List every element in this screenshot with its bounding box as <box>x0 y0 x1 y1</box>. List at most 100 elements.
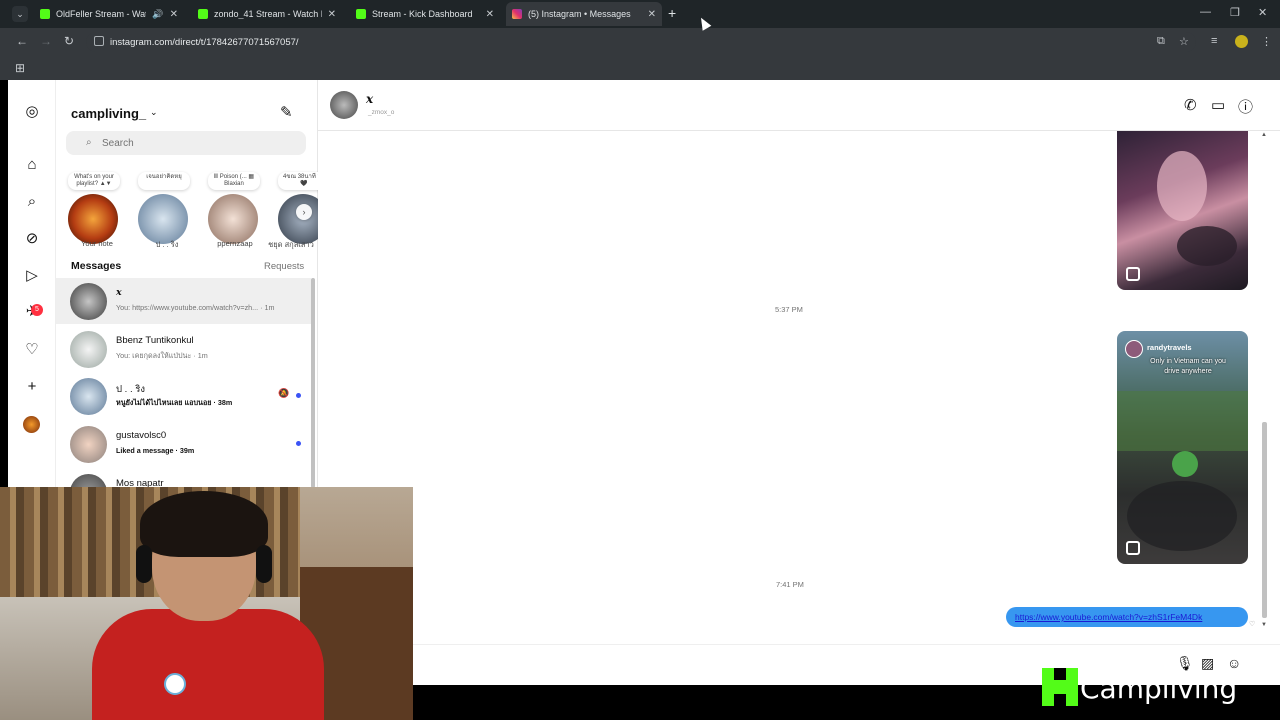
reel-thumbnail <box>1157 151 1207 221</box>
profile-avatar[interactable] <box>23 416 40 433</box>
tab-oldfeller[interactable]: OldFeller Stream - Watch Li 🔊 ✕ <box>34 4 184 24</box>
inbox-scrollbar[interactable] <box>311 278 315 488</box>
avatar <box>68 194 118 244</box>
scroll-down-icon[interactable]: ▼ <box>1261 622 1267 628</box>
restore-icon[interactable]: ❐ <box>1230 6 1240 19</box>
site-info-icon[interactable] <box>94 36 104 46</box>
chevron-down-icon[interactable]: ⌄ <box>150 107 158 118</box>
create-icon[interactable]: + <box>22 377 42 397</box>
close-tab-icon[interactable]: ✕ <box>328 9 336 20</box>
close-tab-icon[interactable]: ✕ <box>170 9 178 20</box>
avatar[interactable] <box>330 91 358 119</box>
streamer-shirt <box>92 609 324 720</box>
reels-icon[interactable]: ▷ <box>22 266 42 286</box>
new-tab-icon[interactable]: + <box>668 5 676 21</box>
apps-grid-icon[interactable]: ⊞ <box>15 61 25 75</box>
kick-icon <box>40 9 50 19</box>
webcam-overlay <box>0 487 413 720</box>
chat-handle: _zmox_o <box>368 109 395 116</box>
video-call-icon[interactable]: ▭ <box>1211 96 1225 114</box>
note-bubble: What's on your playlist? ▲▼ <box>68 172 120 190</box>
compose-icon[interactable]: ✎ <box>280 103 293 121</box>
thread-name: x <box>116 287 122 298</box>
thread-preview: You: เคยกุดลงให้แป่ปนะ · 1m <box>116 351 208 360</box>
bookmarks-bar: ⊞ <box>0 56 1280 80</box>
search-icon[interactable]: ⌕ <box>22 192 42 212</box>
thread-item[interactable]: gustavolsc0 Liked a message · 39m <box>56 421 311 467</box>
reload-icon[interactable]: ↻ <box>64 34 74 48</box>
instagram-logo-icon[interactable]: ◎ <box>22 102 42 122</box>
media-control-icon[interactable]: ≡ <box>1211 35 1217 47</box>
phone-icon[interactable]: ✆ <box>1184 96 1197 114</box>
avatar <box>70 378 107 415</box>
chat-title[interactable]: x <box>366 92 373 106</box>
note-bubble: Ⅲ Poison (... ▦ Blaxian <box>208 172 260 190</box>
avatar <box>70 426 107 463</box>
profile-avatar-icon[interactable] <box>1235 35 1248 48</box>
thread-item[interactable]: x You: https://www.youtube.com/watch?v=z… <box>56 278 311 324</box>
headphones <box>256 545 272 583</box>
microphone-icon[interactable]: 🎙 <box>1176 655 1194 672</box>
reel-thumbnail <box>1127 481 1237 551</box>
timestamp: 7:41 PM <box>776 580 804 589</box>
scroll-up-icon[interactable]: ▲ <box>1261 132 1267 138</box>
reel-creator: randytravels <box>1147 343 1192 352</box>
close-window-icon[interactable]: ✕ <box>1258 6 1267 19</box>
avatar <box>70 283 107 320</box>
install-app-icon[interactable]: ⧉ <box>1157 35 1165 48</box>
heart-icon[interactable]: ♡ <box>22 340 42 360</box>
chevron-right-icon[interactable]: › <box>296 204 312 220</box>
chat-panel: x _zmox_o ✆ ▭ ⓘ 5:37 PM randytravels Onl… <box>318 80 1280 685</box>
image-icon[interactable]: ▨ <box>1201 655 1214 672</box>
avatar <box>278 194 318 244</box>
tab-search-icon[interactable]: ⌄ <box>12 6 28 22</box>
note-bubble: เจนอย่าคิดหยุ <box>138 172 190 190</box>
sticker-icon[interactable]: ☺ <box>1227 655 1241 671</box>
reel-caption: Only in Vietnam can you drive anywhere <box>1150 358 1226 375</box>
shirt-logo <box>164 673 186 695</box>
minimize-icon[interactable]: — <box>1200 6 1211 18</box>
address-bar[interactable]: instagram.com/direct/t/17842677071567057… <box>86 32 1196 52</box>
thread-name: gustavolsc0 <box>116 430 167 441</box>
kick-icon <box>356 9 366 19</box>
search-input[interactable]: ⌕ Search <box>66 131 306 155</box>
reel-thumbnail <box>1177 226 1237 266</box>
close-tab-icon[interactable]: ✕ <box>648 9 656 20</box>
note-name: ppernzaap <box>217 239 253 248</box>
reel-icon <box>1126 267 1140 281</box>
tab-zondo[interactable]: zondo_41 Stream - Watch Live ✕ <box>192 4 342 24</box>
search-icon: ⌕ <box>86 137 92 148</box>
shared-reel[interactable] <box>1117 131 1248 290</box>
thread-name: Bbenz Tuntikonkul <box>116 335 194 346</box>
browser-tab-bar: ⌄ OldFeller Stream - Watch Li 🔊 ✕ zondo_… <box>0 0 1280 28</box>
thread-preview: หนูยังไม่ได้ไปไหนเลย แอบนอย · 38m <box>116 398 233 407</box>
requests-link[interactable]: Requests <box>264 261 304 272</box>
avatar <box>70 474 107 487</box>
more-menu-icon[interactable]: ⋮ <box>1261 35 1272 48</box>
thread-item[interactable]: ป . . ริง หนูยังไม่ได้ไปไหนเลย แอบนอย · … <box>56 373 311 419</box>
tab-instagram-messages[interactable]: (5) Instagram • Messages ✕ <box>506 2 662 26</box>
home-icon[interactable]: ⌂ <box>22 155 42 175</box>
account-username[interactable]: campliving_ <box>71 106 146 121</box>
close-tab-icon[interactable]: ✕ <box>486 9 494 20</box>
forward-icon[interactable]: → <box>40 34 52 48</box>
thread-preview: Liked a message · 39m <box>116 446 195 455</box>
thread-preview: You: https://www.youtube.com/watch?v=zh.… <box>116 303 275 312</box>
shared-reel[interactable]: randytravels Only in Vietnam can you dri… <box>1117 331 1248 564</box>
tab-kick-dashboard[interactable]: Stream - Kick Dashboard ✕ <box>350 4 500 24</box>
bookmark-star-icon[interactable]: ☆ <box>1179 35 1189 48</box>
chat-header: x _zmox_o ✆ ▭ ⓘ <box>318 80 1280 131</box>
thread-item[interactable]: Mos napatr <box>56 469 311 487</box>
message-link[interactable]: https://www.youtube.com/watch?v=zhS1rFeM… <box>1006 607 1248 627</box>
streamer-hair <box>140 491 268 557</box>
chat-scrollbar[interactable] <box>1262 422 1267 618</box>
info-icon[interactable]: ⓘ <box>1238 96 1253 117</box>
note-bubble: 4ขณ 38นาที 🖤🖤 <box>278 172 318 190</box>
notification-badge: 5 <box>31 304 43 316</box>
explore-icon[interactable]: ⊘ <box>22 229 42 249</box>
instagram-icon <box>512 9 522 19</box>
avatar <box>70 331 107 368</box>
thread-item[interactable]: Bbenz Tuntikonkul You: เคยกุดลงให้แป่ปนะ… <box>56 326 311 372</box>
back-icon[interactable]: ← <box>16 34 28 48</box>
speaker-icon[interactable]: 🔊 <box>152 9 163 20</box>
